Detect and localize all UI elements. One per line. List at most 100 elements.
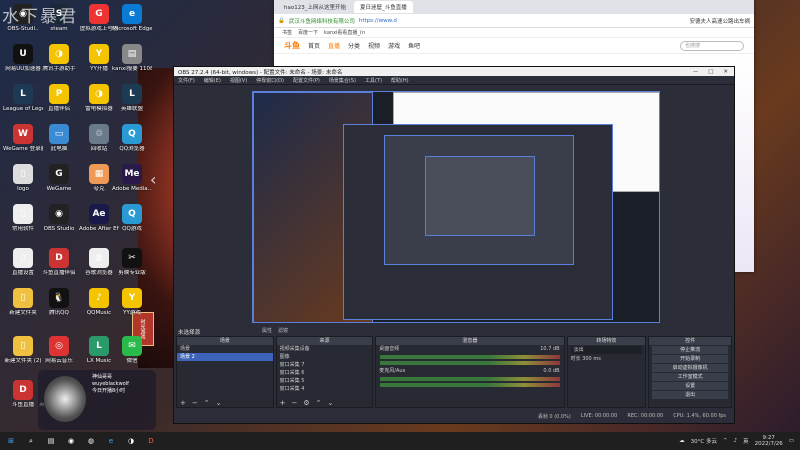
nav-game[interactable]: 游戏 [388,41,400,50]
menu-profile[interactable]: 配置文件(P) [293,77,320,84]
desktop-icon[interactable]: ▯ 直播设置 [4,248,42,288]
menu-view[interactable]: 视图(V) [230,77,247,84]
stop-streaming-button[interactable]: 停止推流 [652,346,728,354]
douyu-logo[interactable]: 斗鱼 [284,40,300,51]
site-search-input[interactable]: 也搜搜 [680,40,744,51]
browser-tab-douyu[interactable]: 夏日迷窟_斗鱼直播 [353,1,413,13]
bookmark-item[interactable]: 书签 [282,29,292,36]
obs-menu-bar: 文件(F) 编辑(E) 视图(V) 停靠窗口(D) 配置文件(P) 场景集合(S… [174,76,734,85]
transition-select[interactable]: 淡出 [570,346,643,354]
volume-slider[interactable] [380,361,560,365]
desktop-icon[interactable]: ▤ kanxi报要 1108 [112,44,152,84]
desktop-icon[interactable]: Q QQ浏览器 [113,124,151,164]
menu-help[interactable]: 帮助(H) [391,77,409,84]
desktop-icon[interactable]: ◉ OBS Studio [40,204,78,244]
up-icon[interactable]: ⌃ [316,399,322,407]
obs-taskbar-icon[interactable]: ◉ [66,436,76,446]
desktop-icon[interactable]: W WeGame 登录器 [3,124,43,164]
menu-edit[interactable]: 编辑(E) [204,77,221,84]
desktop-icon[interactable]: ▯ 常用软件 [4,204,42,244]
search-icon[interactable]: ⌕ [26,436,36,446]
virtual-camera-button[interactable]: 启动虚拟摄像机 [652,364,728,372]
desktop-icon[interactable]: Y YY游戏 [113,288,151,328]
filters-button[interactable]: 滤镜 [278,327,288,334]
bookmark-item[interactable]: kanxi看看直播_(n [324,29,365,36]
news-ticker[interactable]: 安德夫人高速公路出车祸 [689,17,750,25]
edge-taskbar-icon[interactable]: e [106,436,116,446]
obs-preview-canvas[interactable] [252,91,660,323]
add-icon[interactable]: + [280,399,286,407]
scene-item[interactable]: 场景 2 [177,353,273,361]
source-item[interactable]: 图像 [277,353,373,361]
desktop-icon[interactable]: D 斗鱼直播 [4,380,42,420]
chrome-taskbar-icon[interactable]: ◍ [86,436,96,446]
desktop-icon[interactable]: G WeGame [40,164,78,204]
nav-video[interactable]: 视频 [368,41,380,50]
desktop-icon[interactable]: ▯ 新建文件夹 (2) [4,336,42,376]
url-text[interactable]: https://www.d [359,18,397,24]
settings-button[interactable]: 设置 [652,382,728,390]
desktop-icon[interactable]: ▯ 新建文件夹 [4,288,42,328]
desktop-icon[interactable]: U 网易UU加速器 [4,44,42,84]
transition-duration[interactable]: 时长 300 ms [568,355,646,363]
desktop-icon[interactable]: ▭ 此电脑 [40,124,78,164]
desktop-icon[interactable]: e Microsoft Edge [112,4,152,44]
remove-icon[interactable]: − [292,399,298,407]
nav-category[interactable]: 分类 [348,41,360,50]
qq-browser-taskbar-icon[interactable]: ◑ [126,436,136,446]
desktop-icon[interactable]: Me Adobe Media... [112,164,152,204]
source-item[interactable]: 窗口采集 7 [277,361,373,369]
nav-home[interactable]: 首页 [308,41,320,50]
maximize-icon[interactable]: □ [708,69,713,75]
remove-icon[interactable]: − [192,399,198,407]
menu-file[interactable]: 文件(F) [178,77,195,84]
menu-scene-collection[interactable]: 场景集合(S) [329,77,356,84]
browser-tab-hao123[interactable]: hao123_上网从这里开始 [278,1,352,13]
desktop-icon[interactable]: L 英雄联盟 [113,84,151,124]
douyu-taskbar-icon[interactable]: D [146,436,156,446]
streamer-line: wuyeblackwolf [92,381,129,387]
menu-tools[interactable]: 工具(T) [365,77,382,84]
menu-docks[interactable]: 停靠窗口(D) [256,77,284,84]
desktop-icon[interactable]: L League of Legends [3,84,43,124]
desktop-icon[interactable]: 🐧 腾讯QQ [40,288,78,328]
address-bar[interactable]: 🔒 武汉斗鱼网络科技有限公司 https://www.d 安德夫人高速公路出车祸 [274,14,754,28]
add-icon[interactable]: + [180,399,186,407]
minimize-icon[interactable]: — [693,69,699,75]
studio-mode-button[interactable]: 工作室模式 [652,373,728,381]
desktop-icon[interactable]: D 斗鱼直播伴侣 [40,248,78,288]
volume-slider[interactable] [380,383,560,387]
clock[interactable]: 9:27 2022/7/26 [755,435,783,447]
close-icon[interactable]: ✕ [723,69,728,75]
desktop-icon[interactable]: ✂ 剪映专业版 [113,248,151,288]
source-item[interactable]: 窗口采集 6 [277,369,373,377]
ime-indicator[interactable]: 英 [743,437,749,445]
source-item[interactable]: 窗口采集 4 [277,385,373,393]
page-side-panel [734,56,754,272]
desktop-icon[interactable]: Q QQ游戏 [113,204,151,244]
up-icon[interactable]: ⌃ [204,399,210,407]
desktop-icon[interactable]: ◑ 腾讯手游助手 [40,44,78,84]
task-view-icon[interactable]: ▤ [46,436,56,446]
weather-cloud-icon[interactable]: ☁ [679,438,685,444]
bookmark-item[interactable]: 百度一下 [298,29,318,36]
down-icon[interactable]: ⌄ [216,399,222,407]
tray-expand-icon[interactable]: ⌃ [723,438,728,444]
start-icon[interactable]: ⊞ [6,436,16,446]
desktop-icon-label: League of Legends [3,106,43,112]
weather-text[interactable]: 30°C 多云 [691,437,717,445]
gear-icon[interactable]: ⚙ [303,399,309,407]
speaker-icon[interactable]: ♪ [734,438,738,444]
down-icon[interactable]: ⌄ [328,399,334,407]
nav-live[interactable]: 直播 [328,41,340,50]
desktop-icon[interactable]: ▯ logo [4,164,42,204]
exit-button[interactable]: 退出 [652,391,728,399]
properties-button[interactable]: 属性 [262,327,272,334]
nav-fishbar[interactable]: 鱼吧 [408,41,420,50]
scene-item[interactable]: 场景 [177,345,273,353]
source-item[interactable]: 窗口采集 5 [277,377,373,385]
notification-icon[interactable]: ▭ [789,438,794,444]
desktop-icon[interactable]: P 直播伴侣 [40,84,78,124]
start-recording-button[interactable]: 开始录制 [652,355,728,363]
source-item[interactable]: 视频采集设备 [277,345,373,353]
